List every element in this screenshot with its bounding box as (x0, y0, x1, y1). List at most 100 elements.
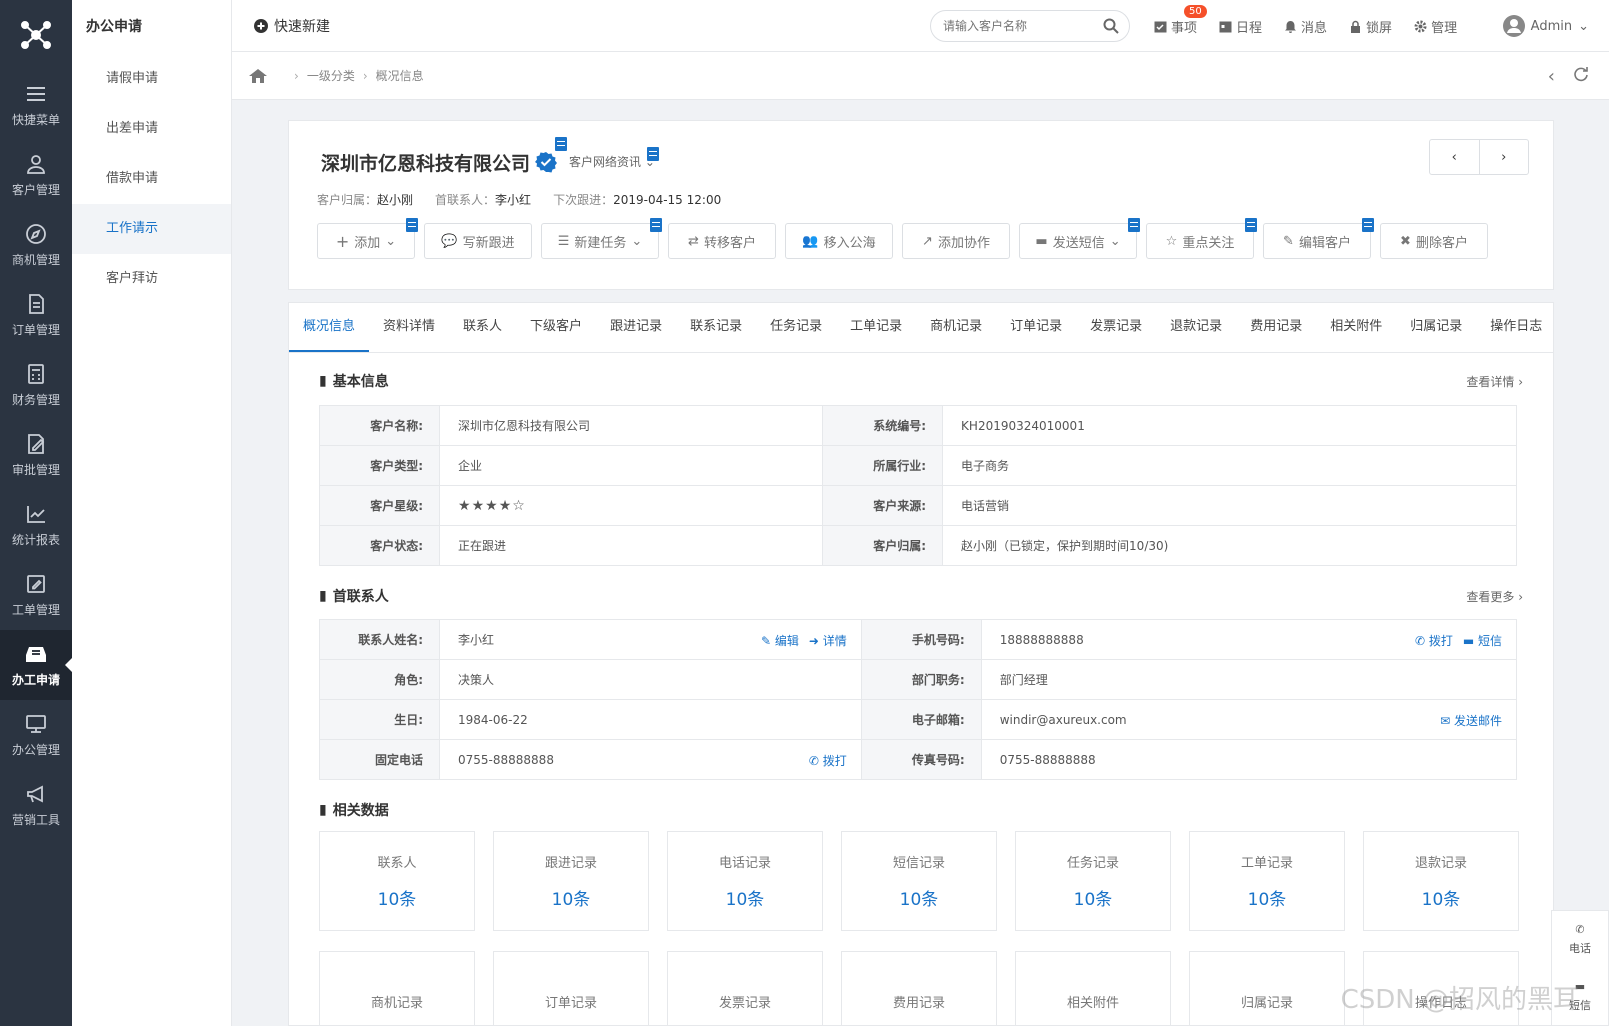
submenu-item-leave[interactable]: 请假申请 (72, 54, 231, 104)
tab-8[interactable]: 商机记录 (916, 303, 996, 352)
tab-1[interactable]: 资料详情 (369, 303, 449, 352)
call-landline-link[interactable]: ✆ 拨打 (809, 752, 847, 769)
tab-10[interactable]: 发票记录 (1076, 303, 1156, 352)
rail-label: 商机管理 (11, 252, 60, 267)
related-stat-card[interactable]: 短信记录 10条 (841, 831, 997, 931)
line-chart-icon (27, 505, 45, 523)
note-icon (406, 218, 418, 232)
add-button[interactable]: + 添加 ⌄ (317, 218, 418, 259)
edit-contact-link[interactable]: ✎ 编辑 (761, 632, 799, 649)
view-more-link[interactable]: 查看更多 › (1466, 588, 1523, 605)
new-task-button[interactable]: ☰ 新建任务 ⌄ (541, 218, 662, 259)
rail-item-opportunities[interactable]: 商机管理 (0, 210, 72, 280)
delete-customer-button[interactable]: ✖ 删除客户 (1380, 223, 1488, 259)
tab-15[interactable]: 操作日志 (1476, 303, 1556, 352)
add-collab-button[interactable]: ↗ 添加协作 (902, 223, 1010, 259)
tab-9[interactable]: 订单记录 (996, 303, 1076, 352)
net-info-dropdown[interactable]: 客户网络资讯 ⌄ (569, 153, 655, 170)
monitor-icon (26, 714, 46, 733)
rail-item-reports[interactable]: 统计报表 (0, 490, 72, 560)
rail-item-marketing[interactable]: 营销工具 (0, 770, 72, 840)
move-to-pool-button[interactable]: 👥 移入公海 (785, 223, 893, 259)
prev-record-button[interactable]: ‹ (1430, 140, 1480, 174)
tab-12[interactable]: 费用记录 (1236, 303, 1316, 352)
events-badge: 50 (1184, 4, 1207, 18)
related-stat-card[interactable]: 费用记录 (841, 951, 997, 1026)
edit-customer-button[interactable]: ✎ 编辑客户 (1263, 218, 1374, 259)
related-stat-card[interactable]: 归属记录 (1189, 951, 1345, 1026)
watermark: CSDN @招风的黑耳 (1340, 985, 1579, 1015)
customer-search-input[interactable] (943, 11, 1103, 41)
table-row: 联系人姓名: 李小红 ✎ 编辑 ➜ 详情 手机号码: 18888888888 ✆… (319, 619, 1518, 660)
focus-button[interactable]: ☆ 重点关注 (1146, 218, 1257, 259)
next-record-button[interactable]: › (1480, 140, 1529, 174)
call-mobile-link[interactable]: ✆ 拨打 (1415, 632, 1453, 649)
tab-0[interactable]: 概况信息 (289, 303, 370, 352)
basic-info-table: 客户名称: 深圳市亿恩科技有限公司 系统编号: KH20190324010001… (319, 405, 1517, 566)
sms-label: 发送短信 (1052, 235, 1105, 251)
rail-item-office-apply[interactable]: 办工申请 (0, 630, 72, 700)
related-stat-card[interactable]: 退款记录 10条 (1363, 831, 1519, 931)
lock-screen-button[interactable]: 锁屏 (1349, 17, 1392, 36)
messages-button[interactable]: 消息 (1284, 17, 1327, 36)
stat-title: 短信记录 (892, 856, 945, 871)
field-label: 客户来源: (822, 485, 944, 526)
related-stat-card[interactable]: 发票记录 (667, 951, 823, 1026)
events-button[interactable]: 事项 50 (1154, 4, 1207, 36)
phone-icon: ✆ (1575, 923, 1585, 936)
rail-item-customers[interactable]: 客户管理 (0, 140, 72, 210)
chevron-down-icon: ⌄ (1578, 18, 1589, 34)
sms-link[interactable]: ▬ 短信 (1463, 632, 1502, 649)
contact-detail-link[interactable]: ➜ 详情 (809, 632, 847, 649)
tab-6[interactable]: 任务记录 (756, 303, 836, 352)
submenu-item-loan[interactable]: 借款申请 (72, 154, 231, 204)
rail-item-orders[interactable]: 订单管理 (0, 280, 72, 350)
search-icon[interactable] (1103, 18, 1119, 38)
manage-button[interactable]: 管理 (1414, 17, 1457, 36)
submenu-item-business-trip[interactable]: 出差申请 (72, 104, 231, 154)
tab-13[interactable]: 相关附件 (1316, 303, 1396, 352)
rail-item-quick-menu[interactable]: 快捷菜单 (0, 70, 72, 140)
related-stat-card[interactable]: 商机记录 (319, 951, 475, 1026)
star-rating: ★★★★☆ (438, 485, 824, 526)
plus-circle-icon (254, 18, 268, 33)
related-stat-card[interactable]: 相关附件 (1015, 951, 1171, 1026)
submenu-item-customer-visit[interactable]: 客户拜访 (72, 254, 231, 304)
related-stat-card[interactable]: 电话记录 10条 (667, 831, 823, 931)
rail-item-tickets[interactable]: 工单管理 (0, 560, 72, 630)
send-sms-button[interactable]: ▬ 发送短信 ⌄ (1019, 218, 1140, 259)
tab-5[interactable]: 联系记录 (676, 303, 756, 352)
refresh-icon[interactable] (1573, 66, 1589, 82)
rail-item-approval[interactable]: 审批管理 (0, 420, 72, 490)
related-stat-card[interactable]: 工单记录 10条 (1189, 831, 1345, 931)
contact-value: 李小红 (495, 193, 532, 207)
schedule-button[interactable]: 日程 (1219, 17, 1262, 36)
view-details-link[interactable]: 查看详情 › (1466, 373, 1523, 390)
tab-3[interactable]: 下级客户 (516, 303, 596, 352)
quick-new-button[interactable]: 快速新建 (254, 16, 330, 36)
submenu-item-work-request[interactable]: 工作请示 (72, 204, 231, 254)
tab-11[interactable]: 退款记录 (1156, 303, 1236, 352)
send-mail-link[interactable]: ✉ 发送邮件 (1440, 712, 1502, 729)
write-follow-button[interactable]: 💬 写新跟进 (424, 223, 532, 259)
related-stat-card[interactable]: 任务记录 10条 (1015, 831, 1171, 931)
tab-4[interactable]: 跟进记录 (596, 303, 676, 352)
next-follow-label: 下次跟进： (553, 193, 614, 207)
breadcrumb-level1[interactable]: 一级分类 (307, 67, 355, 84)
user-menu[interactable]: Admin ⌄ (1502, 0, 1589, 52)
related-stat-card[interactable]: 跟进记录 10条 (493, 831, 649, 931)
tab-7[interactable]: 工单记录 (836, 303, 916, 352)
tab-14[interactable]: 归属记录 (1396, 303, 1476, 352)
exchange-icon: ⇄ (688, 233, 699, 249)
rail-item-office-manage[interactable]: 办公管理 (0, 700, 72, 770)
related-stat-card[interactable]: 订单记录 (493, 951, 649, 1026)
related-stat-card[interactable]: 联系人 10条 (319, 831, 475, 931)
back-icon[interactable]: ‹ (1548, 66, 1555, 87)
float-phone-label: 电话 (1569, 942, 1591, 955)
home-icon[interactable] (248, 68, 268, 84)
rail-item-finance[interactable]: 财务管理 (0, 350, 72, 420)
transfer-customer-button[interactable]: ⇄ 转移客户 (668, 223, 776, 259)
float-phone-button[interactable]: ✆ 电话 (1552, 911, 1608, 968)
tab-2[interactable]: 联系人 (449, 303, 516, 352)
app-logo[interactable] (0, 0, 72, 70)
